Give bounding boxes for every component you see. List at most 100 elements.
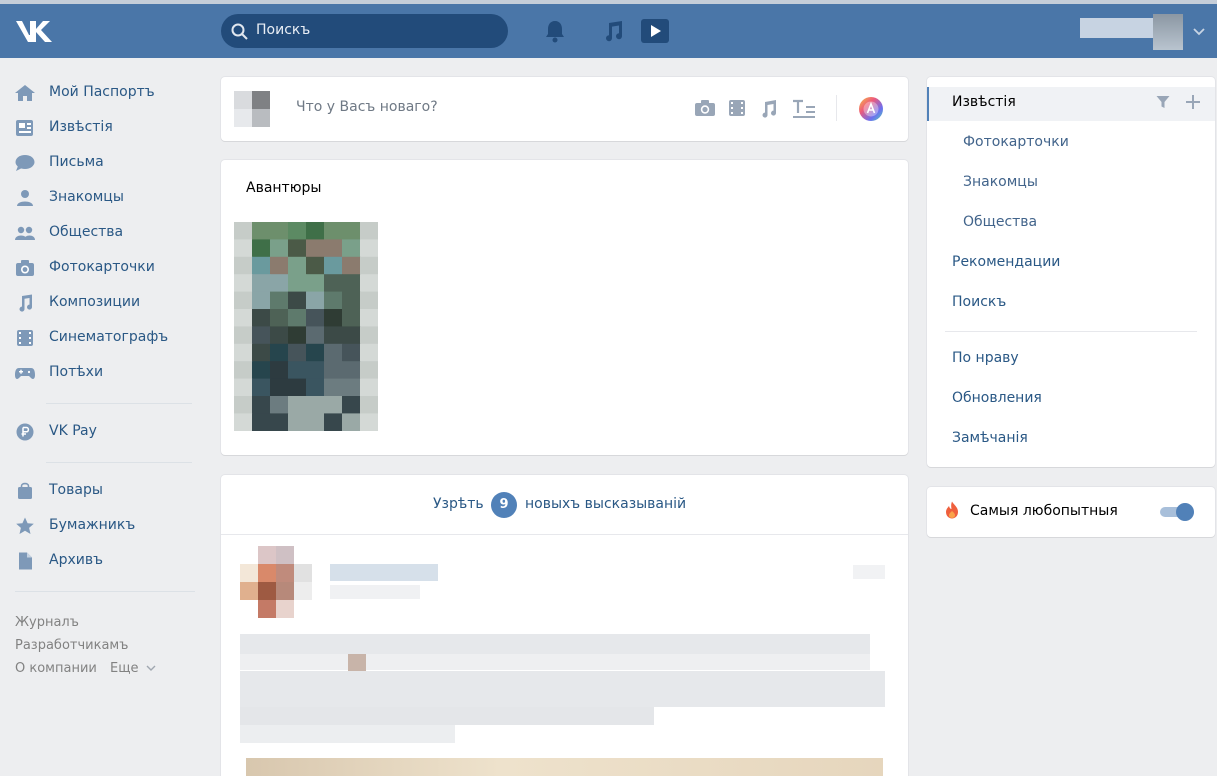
story-mosaic-tile [252,222,271,240]
story-mosaic-tile [360,343,379,362]
new-posts-count-badge: 9 [491,492,517,518]
story-mosaic-tile [270,361,289,380]
nav-item-photos[interactable]: Фотокарточки [14,256,194,280]
filter-item-friends[interactable]: Знакомцы [963,174,1038,190]
post-composer[interactable]: Что у Васъ новаго? [221,77,908,141]
music-icon [19,294,33,312]
footer-more-link[interactable]: Еще [110,661,156,676]
nav-item-archive[interactable]: Архивъ [14,549,194,573]
bell-icon[interactable] [544,19,566,43]
story-mosaic-tile [306,343,325,362]
nav-item-messages[interactable]: Письма [14,151,194,175]
nav-item-vkpay[interactable]: VK Pay [14,420,194,444]
story-mosaic-tile [324,274,343,293]
story-mosaic-tile [234,343,253,362]
story-mosaic-tile [306,326,325,345]
article-icon[interactable] [792,99,816,119]
story-mosaic-tile [306,256,325,275]
post-menu-blurred[interactable] [853,565,885,579]
story-mosaic-tile [324,343,343,362]
post-text-blurred [240,654,870,670]
music-attach-icon[interactable] [759,99,779,119]
interesting-toggle[interactable] [1160,503,1196,521]
story-mosaic-tile [252,274,271,293]
story-mosaic-tile [270,378,289,397]
nav-item-music[interactable]: Композиции [14,291,194,315]
filter-item-news-label[interactable]: Извѣстія [952,94,1016,110]
story-thumbnail[interactable] [234,222,379,432]
photo-attach-icon[interactable] [694,99,716,117]
story-mosaic-tile [342,274,361,293]
story-mosaic-tile [252,343,271,362]
story-mosaic-tile [270,291,289,310]
user-avatar[interactable] [1153,14,1183,50]
search-placeholder: Поискъ [256,22,311,38]
news-feed: Узрѣть 9 новыхъ высказываній [221,475,908,776]
search-input[interactable]: Поискъ [221,14,508,48]
story-mosaic-tile [324,291,343,310]
nav-item-friends[interactable]: Знакомцы [14,186,194,210]
camera-icon [16,260,34,276]
filter-item-liked[interactable]: По нраву [952,350,1019,366]
filter-icon[interactable] [1156,95,1170,109]
footer-journal-link[interactable]: Журналъ [15,615,79,630]
top-header: Поискъ [0,4,1217,58]
chevron-down-icon[interactable] [1193,28,1205,36]
vk-assistant-icon[interactable] [858,96,884,122]
post-date-blurred [330,585,420,599]
story-mosaic-tile [324,239,343,258]
story-mosaic-tile [288,239,307,258]
post-image[interactable] [246,758,883,776]
filter-item-search[interactable]: Поискъ [952,294,1006,310]
footer-developers-link[interactable]: Разработчикамъ [15,638,128,653]
vk-logo[interactable] [14,18,56,44]
story-mosaic-tile [288,361,307,380]
filter-item-recommendations[interactable]: Рекомендации [952,254,1060,270]
story-mosaic-tile [234,378,253,397]
story-mosaic-tile [252,291,271,310]
story-mosaic-tile [270,222,289,240]
messages-icon [15,155,35,171]
nav-separator [46,403,192,404]
story-mosaic-tile [324,378,343,397]
nav-item-games[interactable]: Потѣхи [14,361,194,385]
footer-about-link[interactable]: О компании [15,661,97,676]
story-mosaic-tile [270,343,289,362]
friend-icon [17,190,33,206]
story-mosaic-tile [324,361,343,380]
post-author-name-blurred[interactable] [330,564,438,581]
story-mosaic-tile [324,396,343,414]
filter-item-comments[interactable]: Замѣчанія [952,430,1028,446]
video-attach-icon[interactable] [728,99,746,117]
post-author-avatar[interactable] [240,546,312,618]
filter-item-photos[interactable]: Фотокарточки [963,134,1069,150]
story-mosaic-tile [252,239,271,258]
story-mosaic-tile [234,256,253,275]
story-mosaic-tile [270,309,289,327]
nav-item-profile[interactable]: Мой Паспортъ [14,81,194,105]
vkpay-icon [16,423,34,441]
groups-icon [15,226,35,240]
film-icon [17,330,33,346]
user-name-blurred[interactable] [1080,18,1160,38]
story-mosaic-tile [342,326,361,345]
nav-item-bookmarks[interactable]: Бумажникъ [14,514,194,538]
story-mosaic-tile [288,326,307,345]
nav-item-groups[interactable]: Общества [14,221,194,245]
nav-item-news[interactable]: Извѣстія [14,116,194,140]
post-text-blurred [240,707,654,725]
story-mosaic-tile [342,222,361,240]
story-mosaic-tile [270,256,289,275]
story-mosaic-tile [360,222,379,240]
story-mosaic-tile [288,343,307,362]
filter-item-updates[interactable]: Обновления [952,390,1042,406]
play-icon[interactable] [640,18,670,44]
nav-separator [46,462,192,463]
music-player-icon[interactable] [601,19,625,43]
story-mosaic-tile [234,239,253,258]
filter-item-groups[interactable]: Общества [963,214,1037,230]
nav-item-goods[interactable]: Товары [14,479,194,503]
show-new-posts-button[interactable]: Узрѣть 9 новыхъ высказываній [221,475,908,535]
plus-icon[interactable] [1185,94,1201,110]
nav-item-video[interactable]: Синематографъ [14,326,194,350]
